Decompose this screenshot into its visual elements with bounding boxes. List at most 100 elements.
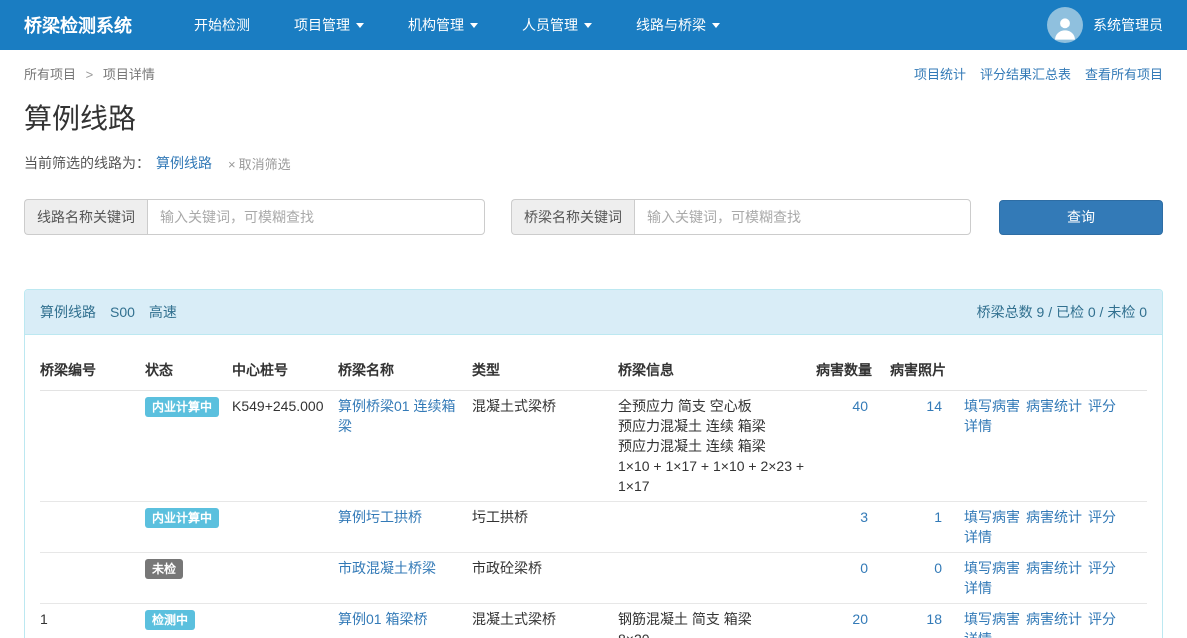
- cell-center-stake: [232, 502, 338, 553]
- defect-stats-link[interactable]: 病害统计: [1026, 560, 1082, 576]
- page-title: 算例线路: [24, 97, 1163, 137]
- navbar-user-area[interactable]: 系统管理员: [1047, 7, 1163, 43]
- photo-count-link[interactable]: 1: [934, 509, 942, 525]
- defect-count-link[interactable]: 0: [860, 560, 868, 576]
- user-avatar[interactable]: [1047, 7, 1083, 43]
- bridge-name-link[interactable]: 算例01 箱梁桥: [338, 611, 427, 627]
- chevron-down-icon: [712, 23, 720, 28]
- bridge-name-link[interactable]: 算例圬工拱桥: [338, 509, 422, 525]
- nav-item-label: 机构管理: [408, 15, 464, 35]
- nav-item-lines-and-bridges[interactable]: 线路与桥梁: [614, 0, 742, 50]
- line-keyword-input[interactable]: [147, 199, 485, 235]
- cell-bridge-type: 圬工拱桥: [472, 502, 618, 553]
- chevron-down-icon: [584, 23, 592, 28]
- col-header-bridge-name: 桥梁名称: [338, 350, 472, 391]
- cell-bridge-no: [40, 553, 145, 604]
- bridge-info-line: 全预应力 简支 空心板: [618, 396, 808, 416]
- fill-defect-link[interactable]: 填写病害: [964, 560, 1020, 576]
- status-badge: 内业计算中: [145, 397, 219, 417]
- cell-photo-count: 18: [890, 604, 964, 638]
- col-header-bridge-info: 桥梁信息: [618, 350, 816, 391]
- line-panel-body: 桥梁编号 状态 中心桩号 桥梁名称 类型 桥梁信息 病害数量 病害照片 内业计算…: [25, 335, 1162, 638]
- bridge-info-line: 钢筋混凝土 简支 箱梁: [618, 609, 808, 629]
- score-link[interactable]: 评分: [1088, 560, 1116, 576]
- query-button[interactable]: 查询: [999, 200, 1163, 235]
- defect-stats-link[interactable]: 病害统计: [1026, 509, 1082, 525]
- nav-item-project-management[interactable]: 项目管理: [272, 0, 386, 50]
- bridge-table: 桥梁编号 状态 中心桩号 桥梁名称 类型 桥梁信息 病害数量 病害照片 内业计算…: [40, 350, 1147, 638]
- status-badge: 检测中: [145, 610, 195, 630]
- detail-link[interactable]: 详情: [964, 580, 992, 596]
- table-header-row: 桥梁编号 状态 中心桩号 桥梁名称 类型 桥梁信息 病害数量 病害照片: [40, 350, 1147, 391]
- status-badge: 未检: [145, 559, 183, 579]
- fill-defect-link[interactable]: 填写病害: [964, 398, 1020, 414]
- nav-item-start-inspection[interactable]: 开始检测: [172, 0, 272, 50]
- defect-count-link[interactable]: 20: [852, 611, 868, 627]
- line-keyword-label: 线路名称关键词: [24, 199, 147, 235]
- detail-link[interactable]: 详情: [964, 631, 992, 638]
- filter-label: 当前筛选的线路为：: [24, 153, 150, 173]
- bridge-table-body: 内业计算中K549+245.000算例桥梁01 连续箱梁混凝土式梁桥全预应力 简…: [40, 391, 1147, 638]
- score-link[interactable]: 评分: [1088, 398, 1116, 414]
- panel-line-code: S00: [110, 304, 135, 320]
- col-header-center-stake: 中心桩号: [232, 350, 338, 391]
- clear-filter-button[interactable]: ×取消筛选: [228, 154, 291, 173]
- nav-item-label: 线路与桥梁: [636, 15, 706, 35]
- defect-count-link[interactable]: 3: [860, 509, 868, 525]
- status-badge: 内业计算中: [145, 508, 219, 528]
- bridge-info-line: 1×10 + 1×17 + 1×10 + 2×23 + 1×17: [618, 456, 808, 496]
- cell-photo-count: 1: [890, 502, 964, 553]
- clear-filter-label: 取消筛选: [239, 157, 291, 172]
- breadcrumb-project-detail: 项目详情: [103, 67, 155, 82]
- person-icon: [1051, 14, 1079, 42]
- score-summary-link[interactable]: 评分结果汇总表: [980, 64, 1071, 83]
- photo-count-link[interactable]: 18: [926, 611, 942, 627]
- bridge-count-summary: 桥梁总数 9 / 已检 0 / 未检 0: [977, 302, 1147, 322]
- table-row: 未检市政混凝土桥梁市政砼梁桥00填写病害病害统计评分详情: [40, 553, 1147, 604]
- bridge-name-link[interactable]: 市政混凝土桥梁: [338, 560, 436, 576]
- table-row: 内业计算中K549+245.000算例桥梁01 连续箱梁混凝土式梁桥全预应力 简…: [40, 391, 1147, 502]
- filtered-line-link[interactable]: 算例线路: [156, 153, 212, 173]
- col-header-status: 状态: [145, 350, 232, 391]
- cell-defect-count: 20: [816, 604, 890, 638]
- close-icon: ×: [228, 157, 236, 172]
- cell-bridge-name: 算例01 箱梁桥: [338, 604, 472, 638]
- cell-actions: 填写病害病害统计评分详情: [964, 502, 1147, 553]
- photo-count-link[interactable]: 0: [934, 560, 942, 576]
- col-header-defect-photos: 病害照片: [890, 350, 964, 391]
- fill-defect-link[interactable]: 填写病害: [964, 509, 1020, 525]
- cell-photo-count: 0: [890, 553, 964, 604]
- line-keyword-group: 线路名称关键词: [24, 199, 485, 235]
- score-link[interactable]: 评分: [1088, 611, 1116, 627]
- project-stats-link[interactable]: 项目统计: [914, 64, 966, 83]
- cell-bridge-name: 算例桥梁01 连续箱梁: [338, 391, 472, 502]
- fill-defect-link[interactable]: 填写病害: [964, 611, 1020, 627]
- user-name: 系统管理员: [1093, 15, 1163, 35]
- defect-stats-link[interactable]: 病害统计: [1026, 611, 1082, 627]
- photo-count-link[interactable]: 14: [926, 398, 942, 414]
- detail-link[interactable]: 详情: [964, 418, 992, 434]
- view-all-projects-link[interactable]: 查看所有项目: [1085, 64, 1163, 83]
- nav-menu: 开始检测 项目管理 机构管理 人员管理 线路与桥梁: [172, 0, 742, 50]
- cell-actions: 填写病害病害统计评分详情: [964, 391, 1147, 502]
- app-brand[interactable]: 桥梁检测系统: [24, 12, 132, 38]
- nav-item-org-management[interactable]: 机构管理: [386, 0, 500, 50]
- cell-status: 内业计算中: [145, 391, 232, 502]
- nav-item-label: 项目管理: [294, 15, 350, 35]
- bridge-name-link[interactable]: 算例桥梁01 连续箱梁: [338, 398, 455, 434]
- nav-item-personnel-management[interactable]: 人员管理: [500, 0, 614, 50]
- cell-actions: 填写病害病害统计评分详情: [964, 553, 1147, 604]
- cell-bridge-no: [40, 502, 145, 553]
- filter-bar: 当前筛选的线路为： 算例线路 ×取消筛选: [24, 153, 1163, 173]
- breadcrumb-all-projects[interactable]: 所有项目: [24, 67, 76, 82]
- detail-link[interactable]: 详情: [964, 529, 992, 545]
- defect-count-link[interactable]: 40: [852, 398, 868, 414]
- score-link[interactable]: 评分: [1088, 509, 1116, 525]
- defect-stats-link[interactable]: 病害统计: [1026, 398, 1082, 414]
- cell-actions: 填写病害病害统计评分详情: [964, 604, 1147, 638]
- breadcrumb: 所有项目 > 项目详情: [24, 64, 155, 83]
- cell-center-stake: [232, 553, 338, 604]
- cell-bridge-info: 全预应力 简支 空心板预应力混凝土 连续 箱梁预应力混凝土 连续 箱梁1×10 …: [618, 391, 816, 502]
- bridge-keyword-input[interactable]: [634, 199, 971, 235]
- chevron-down-icon: [356, 23, 364, 28]
